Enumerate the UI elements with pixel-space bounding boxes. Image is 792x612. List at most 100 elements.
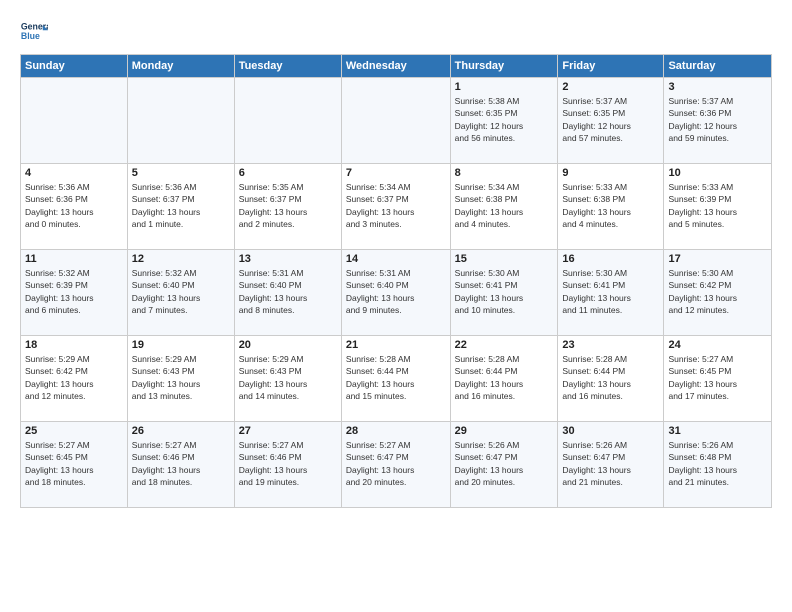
calendar-day-cell: 22 Sunrise: 5:28 AM Sunset: 6:44 PM Dayli… xyxy=(450,336,558,422)
day-info: Sunrise: 5:28 AM Sunset: 6:44 PM Dayligh… xyxy=(562,353,659,402)
calendar-header-row: SundayMondayTuesdayWednesdayThursdayFrid… xyxy=(21,55,772,78)
day-info: Sunrise: 5:33 AM Sunset: 6:38 PM Dayligh… xyxy=(562,181,659,230)
day-info: Sunrise: 5:37 AM Sunset: 6:35 PM Dayligh… xyxy=(562,95,659,144)
calendar-day-cell: 20 Sunrise: 5:29 AM Sunset: 6:43 PM Dayli… xyxy=(234,336,341,422)
day-number: 23 xyxy=(562,339,659,351)
calendar-day-cell: 26Sunrise: 5:27 AM Sunset: 6:46 PM Dayli… xyxy=(127,422,234,508)
calendar-day-cell: 12 Sunrise: 5:32 AM Sunset: 6:40 PM Dayli… xyxy=(127,250,234,336)
day-info: Sunrise: 5:27 AM Sunset: 6:46 PM Dayligh… xyxy=(132,439,230,488)
calendar-day-cell: 23 Sunrise: 5:28 AM Sunset: 6:44 PM Dayli… xyxy=(558,336,664,422)
calendar-day-cell: 11 Sunrise: 5:32 AM Sunset: 6:39 PM Dayli… xyxy=(21,250,128,336)
day-number: 5 xyxy=(132,167,230,179)
day-info: Sunrise: 5:36 AM Sunset: 6:37 PM Dayligh… xyxy=(132,181,230,230)
day-number: 31 xyxy=(668,425,767,437)
calendar-day-cell: 25 Sunrise: 5:27 AM Sunset: 6:45 PM Dayli… xyxy=(21,422,128,508)
calendar-day-cell: 31 Sunrise: 5:26 AM Sunset: 6:48 PM Dayli… xyxy=(664,422,772,508)
calendar-day-cell: 8 Sunrise: 5:34 AM Sunset: 6:38 PM Daylig… xyxy=(450,164,558,250)
day-number: 17 xyxy=(668,253,767,265)
svg-text:Blue: Blue xyxy=(21,31,40,41)
day-number: 13 xyxy=(239,253,337,265)
day-info: Sunrise: 5:26 AM Sunset: 6:48 PM Dayligh… xyxy=(668,439,767,488)
day-number: 6 xyxy=(239,167,337,179)
day-info: Sunrise: 5:27 AM Sunset: 6:46 PM Dayligh… xyxy=(239,439,337,488)
weekday-header: Friday xyxy=(558,55,664,78)
calendar-day-cell: 15Sunrise: 5:30 AM Sunset: 6:41 PM Dayli… xyxy=(450,250,558,336)
calendar-day-cell: 19 Sunrise: 5:29 AM Sunset: 6:43 PM Dayli… xyxy=(127,336,234,422)
calendar-day-cell: 9 Sunrise: 5:33 AM Sunset: 6:38 PM Daylig… xyxy=(558,164,664,250)
weekday-header: Monday xyxy=(127,55,234,78)
day-info: Sunrise: 5:37 AM Sunset: 6:36 PM Dayligh… xyxy=(668,95,767,144)
weekday-header: Saturday xyxy=(664,55,772,78)
day-info: Sunrise: 5:31 AM Sunset: 6:40 PM Dayligh… xyxy=(239,267,337,316)
day-info: Sunrise: 5:32 AM Sunset: 6:39 PM Dayligh… xyxy=(25,267,123,316)
day-info: Sunrise: 5:33 AM Sunset: 6:39 PM Dayligh… xyxy=(668,181,767,230)
day-info: Sunrise: 5:30 AM Sunset: 6:41 PM Dayligh… xyxy=(562,267,659,316)
calendar-day-cell: 24 Sunrise: 5:27 AM Sunset: 6:45 PM Dayli… xyxy=(664,336,772,422)
logo-icon: General Blue xyxy=(20,18,48,46)
day-number: 15 xyxy=(455,253,554,265)
calendar-day-cell: 18Sunrise: 5:29 AM Sunset: 6:42 PM Dayli… xyxy=(21,336,128,422)
day-info: Sunrise: 5:36 AM Sunset: 6:36 PM Dayligh… xyxy=(25,181,123,230)
day-info: Sunrise: 5:27 AM Sunset: 6:45 PM Dayligh… xyxy=(25,439,123,488)
calendar-day-cell: 17Sunrise: 5:30 AM Sunset: 6:42 PM Dayli… xyxy=(664,250,772,336)
day-number: 2 xyxy=(562,81,659,93)
day-info: Sunrise: 5:31 AM Sunset: 6:40 PM Dayligh… xyxy=(346,267,446,316)
day-info: Sunrise: 5:32 AM Sunset: 6:40 PM Dayligh… xyxy=(132,267,230,316)
calendar-day-cell: 4 Sunrise: 5:36 AM Sunset: 6:36 PM Daylig… xyxy=(21,164,128,250)
day-number: 8 xyxy=(455,167,554,179)
day-number: 7 xyxy=(346,167,446,179)
day-number: 21 xyxy=(346,339,446,351)
day-number: 10 xyxy=(668,167,767,179)
calendar-day-cell: 28 Sunrise: 5:27 AM Sunset: 6:47 PM Dayli… xyxy=(341,422,450,508)
day-number: 19 xyxy=(132,339,230,351)
calendar-day-cell: 2 Sunrise: 5:37 AM Sunset: 6:35 PM Daylig… xyxy=(558,78,664,164)
day-number: 9 xyxy=(562,167,659,179)
day-number: 28 xyxy=(346,425,446,437)
day-info: Sunrise: 5:28 AM Sunset: 6:44 PM Dayligh… xyxy=(455,353,554,402)
day-number: 24 xyxy=(668,339,767,351)
day-number: 3 xyxy=(668,81,767,93)
weekday-header: Thursday xyxy=(450,55,558,78)
day-info: Sunrise: 5:29 AM Sunset: 6:43 PM Dayligh… xyxy=(239,353,337,402)
day-info: Sunrise: 5:26 AM Sunset: 6:47 PM Dayligh… xyxy=(562,439,659,488)
calendar-day-cell: 29Sunrise: 5:26 AM Sunset: 6:47 PM Dayli… xyxy=(450,422,558,508)
day-info: Sunrise: 5:38 AM Sunset: 6:35 PM Dayligh… xyxy=(455,95,554,144)
day-number: 1 xyxy=(455,81,554,93)
day-info: Sunrise: 5:26 AM Sunset: 6:47 PM Dayligh… xyxy=(455,439,554,488)
calendar-day-cell: 14 Sunrise: 5:31 AM Sunset: 6:40 PM Dayli… xyxy=(341,250,450,336)
weekday-header: Sunday xyxy=(21,55,128,78)
day-number: 4 xyxy=(25,167,123,179)
calendar-day-cell: 6 Sunrise: 5:35 AM Sunset: 6:37 PM Daylig… xyxy=(234,164,341,250)
day-number: 27 xyxy=(239,425,337,437)
calendar-day-cell xyxy=(127,78,234,164)
day-info: Sunrise: 5:29 AM Sunset: 6:43 PM Dayligh… xyxy=(132,353,230,402)
day-info: Sunrise: 5:29 AM Sunset: 6:42 PM Dayligh… xyxy=(25,353,123,402)
day-info: Sunrise: 5:34 AM Sunset: 6:38 PM Dayligh… xyxy=(455,181,554,230)
day-number: 14 xyxy=(346,253,446,265)
calendar-week-row: 4 Sunrise: 5:36 AM Sunset: 6:36 PM Daylig… xyxy=(21,164,772,250)
day-number: 11 xyxy=(25,253,123,265)
calendar-week-row: 1 Sunrise: 5:38 AM Sunset: 6:35 PM Daylig… xyxy=(21,78,772,164)
day-info: Sunrise: 5:27 AM Sunset: 6:45 PM Dayligh… xyxy=(668,353,767,402)
calendar-day-cell: 10 Sunrise: 5:33 AM Sunset: 6:39 PM Dayli… xyxy=(664,164,772,250)
calendar-day-cell: 7 Sunrise: 5:34 AM Sunset: 6:37 PM Daylig… xyxy=(341,164,450,250)
day-info: Sunrise: 5:27 AM Sunset: 6:47 PM Dayligh… xyxy=(346,439,446,488)
weekday-header: Tuesday xyxy=(234,55,341,78)
calendar: SundayMondayTuesdayWednesdayThursdayFrid… xyxy=(20,54,772,508)
calendar-week-row: 18Sunrise: 5:29 AM Sunset: 6:42 PM Dayli… xyxy=(21,336,772,422)
day-number: 22 xyxy=(455,339,554,351)
calendar-day-cell: 16Sunrise: 5:30 AM Sunset: 6:41 PM Dayli… xyxy=(558,250,664,336)
day-number: 25 xyxy=(25,425,123,437)
day-number: 20 xyxy=(239,339,337,351)
calendar-day-cell: 27 Sunrise: 5:27 AM Sunset: 6:46 PM Dayli… xyxy=(234,422,341,508)
calendar-day-cell: 5 Sunrise: 5:36 AM Sunset: 6:37 PM Daylig… xyxy=(127,164,234,250)
calendar-week-row: 25 Sunrise: 5:27 AM Sunset: 6:45 PM Dayli… xyxy=(21,422,772,508)
day-info: Sunrise: 5:34 AM Sunset: 6:37 PM Dayligh… xyxy=(346,181,446,230)
day-number: 12 xyxy=(132,253,230,265)
day-info: Sunrise: 5:28 AM Sunset: 6:44 PM Dayligh… xyxy=(346,353,446,402)
calendar-day-cell: 13 Sunrise: 5:31 AM Sunset: 6:40 PM Dayli… xyxy=(234,250,341,336)
day-info: Sunrise: 5:35 AM Sunset: 6:37 PM Dayligh… xyxy=(239,181,337,230)
header: General Blue xyxy=(20,18,772,46)
calendar-week-row: 11 Sunrise: 5:32 AM Sunset: 6:39 PM Dayli… xyxy=(21,250,772,336)
calendar-day-cell: 1 Sunrise: 5:38 AM Sunset: 6:35 PM Daylig… xyxy=(450,78,558,164)
